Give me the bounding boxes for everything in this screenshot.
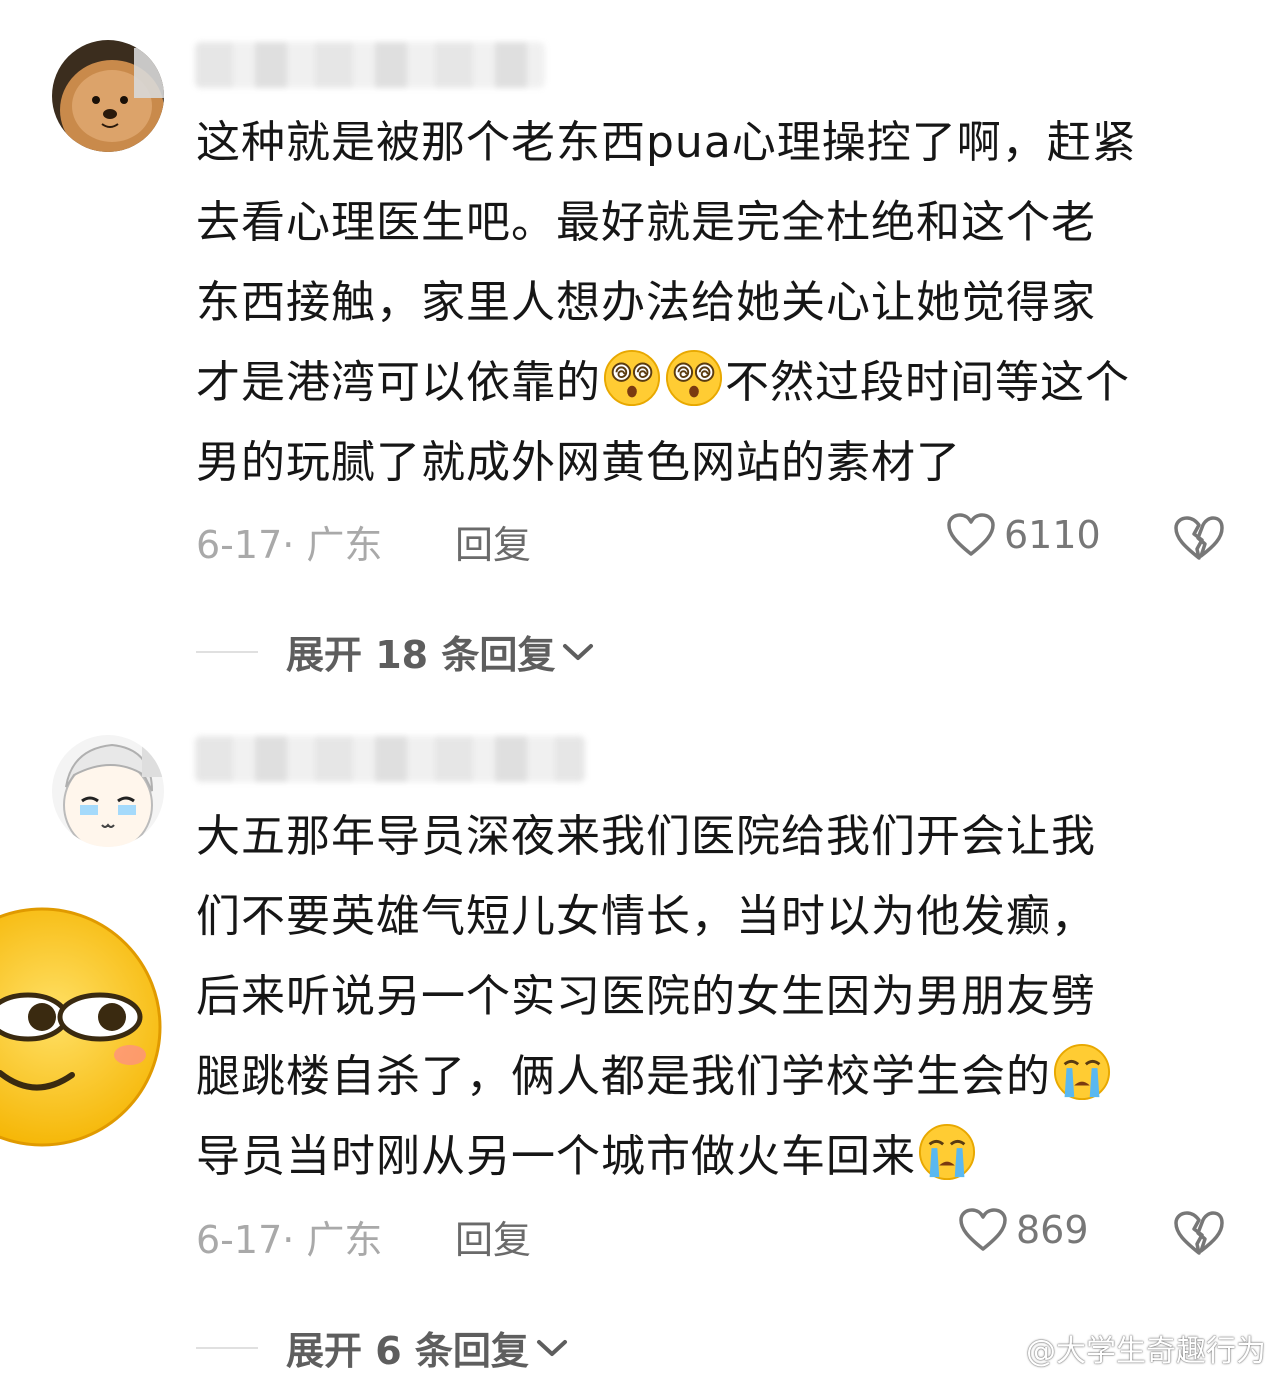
username-blurred[interactable] (195, 736, 585, 782)
avatar[interactable] (52, 40, 164, 152)
comment-line: 东西接触，家里人想办法给她关心让她觉得家 (196, 277, 1096, 328)
username-blurred[interactable] (195, 42, 545, 88)
watermark-text: @大学生奇趣行为 (1026, 1334, 1266, 1369)
expand-replies-label: 展开 18 条回复 (286, 633, 556, 677)
comment-line: 们不要英雄气短儿女情长，当时以为他发癫， (196, 891, 1096, 942)
like-count: 6110 (1004, 513, 1101, 557)
expand-replies[interactable]: 展开 18 条回复 (196, 624, 595, 679)
divider (196, 650, 258, 653)
comment-text: 这种就是被那个老东西pua心理操控了啊，赶紧 去看心理医生吧。最好就是完全杜绝和… (196, 103, 1236, 503)
dizzy-face-emoji (665, 349, 723, 407)
chevron-down-icon (563, 643, 594, 660)
reply-button[interactable]: 回复 (455, 514, 531, 569)
comment-line: 腿跳楼自杀了，俩人都是我们学校学生会的 (196, 1037, 1236, 1117)
heart-outline-icon (959, 1208, 1007, 1251)
like-button[interactable]: 869 (958, 1207, 1089, 1253)
like-count: 869 (1016, 1208, 1089, 1252)
comment-line: 导员当时刚从另一个城市做火车回来 (196, 1117, 1236, 1197)
chevron-down-icon (536, 1339, 567, 1356)
divider (196, 1346, 258, 1349)
comment-line: 才是港湾可以依靠的 不然过段时间等这个 (196, 343, 1236, 423)
smirk-emoji-sticker (0, 907, 162, 1147)
dizzy-face-emoji (603, 349, 661, 407)
avatar[interactable] (52, 735, 164, 847)
comment-date-location: 6-17· 广东 (196, 1218, 383, 1262)
loudly-crying-emoji (918, 1123, 976, 1181)
expand-replies-label: 展开 6 条回复 (286, 1329, 529, 1373)
comment-text: 大五那年导员深夜来我们医院给我们开会让我 们不要英雄气短儿女情长，当时以为他发癫… (196, 797, 1236, 1197)
comment-line: 大五那年导员深夜来我们医院给我们开会让我 (196, 811, 1096, 862)
broken-heart-icon[interactable] (1172, 514, 1226, 562)
comment-line: 这种就是被那个老东西pua心理操控了啊，赶紧 (196, 117, 1137, 168)
broken-heart-icon[interactable] (1172, 1209, 1226, 1257)
heart-outline-icon (947, 513, 995, 556)
comment-line: 男的玩腻了就成外网黄色网站的素材了 (196, 437, 961, 488)
comment-line: 后来听说另一个实习医院的女生因为男朋友劈 (196, 971, 1096, 1022)
expand-replies[interactable]: 展开 6 条回复 (196, 1320, 569, 1375)
comment-line: 去看心理医生吧。最好就是完全杜绝和这个老 (196, 197, 1096, 248)
weibo-logo-icon (974, 1335, 1016, 1365)
watermark: @大学生奇趣行为 (974, 1326, 1266, 1370)
loudly-crying-emoji (1053, 1043, 1111, 1101)
like-button[interactable]: 6110 (946, 512, 1101, 558)
reply-button[interactable]: 回复 (455, 1209, 531, 1264)
comment-date-location: 6-17· 广东 (196, 523, 383, 567)
